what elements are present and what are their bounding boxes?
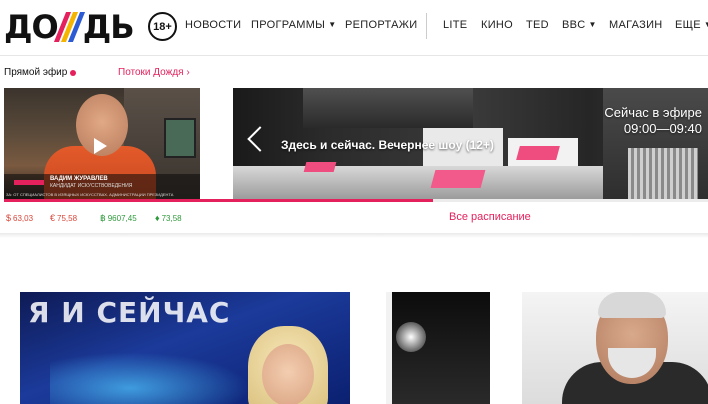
site-logo[interactable]: ДО ДЬ	[4, 8, 135, 46]
rate-value: 75,58	[57, 214, 78, 223]
video-guest-name: ВАДИМ ЖУРАВЛЕВ	[50, 176, 108, 182]
rate-btc: ฿ 9607,45	[100, 213, 137, 224]
rate-value: 9607,45	[107, 214, 137, 223]
nav-item-label: BBC	[562, 19, 586, 31]
nav-item-ted[interactable]: TED	[526, 19, 549, 33]
logo-text-left: ДО	[4, 8, 59, 46]
age-rating-badge: 18+	[148, 12, 177, 41]
broadcast-progress-bar	[4, 199, 708, 202]
play-icon[interactable]	[94, 138, 107, 154]
nav-item-lite[interactable]: LITE	[443, 19, 467, 33]
video-background-frame	[164, 118, 196, 158]
nav-item-label: КИНО	[481, 19, 514, 31]
nav-item-bbc[interactable]: BBC ▼	[562, 19, 597, 33]
card-image-overlay-text: Я И СЕЙЧАС	[28, 296, 231, 329]
studio-logo	[430, 170, 486, 188]
nav-divider	[426, 13, 427, 39]
video-guest-role: КАНДИДАТ ИСКУССТВОВЕДЕНИЯ	[50, 183, 133, 189]
chevron-down-icon: ▼	[704, 20, 708, 29]
news-card-1[interactable]: Я И СЕЙЧАС	[20, 292, 350, 404]
live-label: Прямой эфир	[4, 67, 68, 78]
nav-item-label: ПРОГРАММЫ	[251, 19, 326, 31]
card-image-edge	[386, 292, 392, 404]
bitcoin-icon: ฿	[100, 213, 106, 223]
streams-link[interactable]: Потоки Дождя ›	[118, 67, 190, 78]
nav-item-news[interactable]: НОВОСТИ	[185, 19, 241, 33]
nav-item-shop[interactable]: МАГАЗИН	[609, 19, 663, 33]
logo-stripes	[53, 12, 85, 42]
chevron-down-icon: ▼	[588, 20, 597, 29]
logo-text-right: ДЬ	[82, 8, 135, 46]
nav-item-programs[interactable]: ПРОГРАММЫ ▼	[251, 19, 336, 33]
chevron-left-icon[interactable]	[247, 126, 273, 152]
broadcast-progress-fill	[4, 199, 434, 202]
rate-value: 73,58	[161, 214, 182, 223]
site-header: ДО ДЬ 18+ НОВОСТИ ПРОГРАММЫ ▼ РЕПОРТАЖИ L…	[0, 0, 708, 52]
card-image-presenter-face	[262, 344, 314, 404]
show-time-range: 09:00—09:40	[623, 121, 702, 136]
video-ticker: ЗА: ОТ СПЕЦИАЛИСТОВ В ИЗЯЩНЫХ ИСКУССТВАХ…	[6, 192, 174, 197]
section-shadow	[0, 233, 708, 238]
card-image-glow	[50, 352, 250, 404]
nav-item-label: LITE	[443, 19, 468, 31]
euro-icon: €	[50, 213, 56, 223]
show-title[interactable]: Здесь и сейчас. Вечернее шоу (12+)	[281, 138, 494, 152]
dollar-icon: $	[6, 213, 12, 223]
header-divider	[0, 55, 708, 56]
studio-equipment	[628, 148, 698, 200]
rate-oil: ♦ 73,58	[155, 213, 182, 223]
rate-eur: €75,58	[50, 213, 77, 223]
rate-usd: $63,03	[6, 213, 33, 223]
rate-value: 63,03	[13, 214, 34, 223]
now-on-air-label: Сейчас в эфире	[604, 105, 702, 120]
nav-item-label: РЕПОРТАЖИ	[345, 19, 418, 31]
card-image-hair	[598, 292, 666, 318]
nav-item-label: НОВОСТИ	[185, 19, 242, 31]
news-card-3[interactable]	[522, 292, 708, 404]
now-on-air-banner[interactable]: Здесь и сейчас. Вечернее шоу (12+) Сейча…	[233, 88, 708, 200]
chevron-down-icon: ▼	[328, 20, 337, 29]
nav-item-label: ЕЩЕ	[675, 19, 701, 31]
video-channel-tag	[14, 180, 44, 185]
studio-window	[303, 88, 473, 128]
full-schedule-link[interactable]: Все расписание	[449, 211, 531, 223]
oil-icon: ♦	[155, 213, 160, 223]
nav-item-label: МАГАЗИН	[609, 19, 663, 31]
studio-logo	[303, 162, 337, 172]
nav-item-cinema[interactable]: КИНО	[481, 19, 513, 33]
studio-logo	[516, 146, 560, 160]
nav-item-label: TED	[526, 19, 549, 31]
card-image-light	[396, 322, 426, 352]
news-card-2[interactable]	[386, 292, 490, 404]
nav-item-reports[interactable]: РЕПОРТАЖИ	[345, 19, 417, 33]
live-indicator-dot	[70, 70, 76, 76]
nav-item-more[interactable]: ЕЩЕ▼	[675, 19, 708, 33]
